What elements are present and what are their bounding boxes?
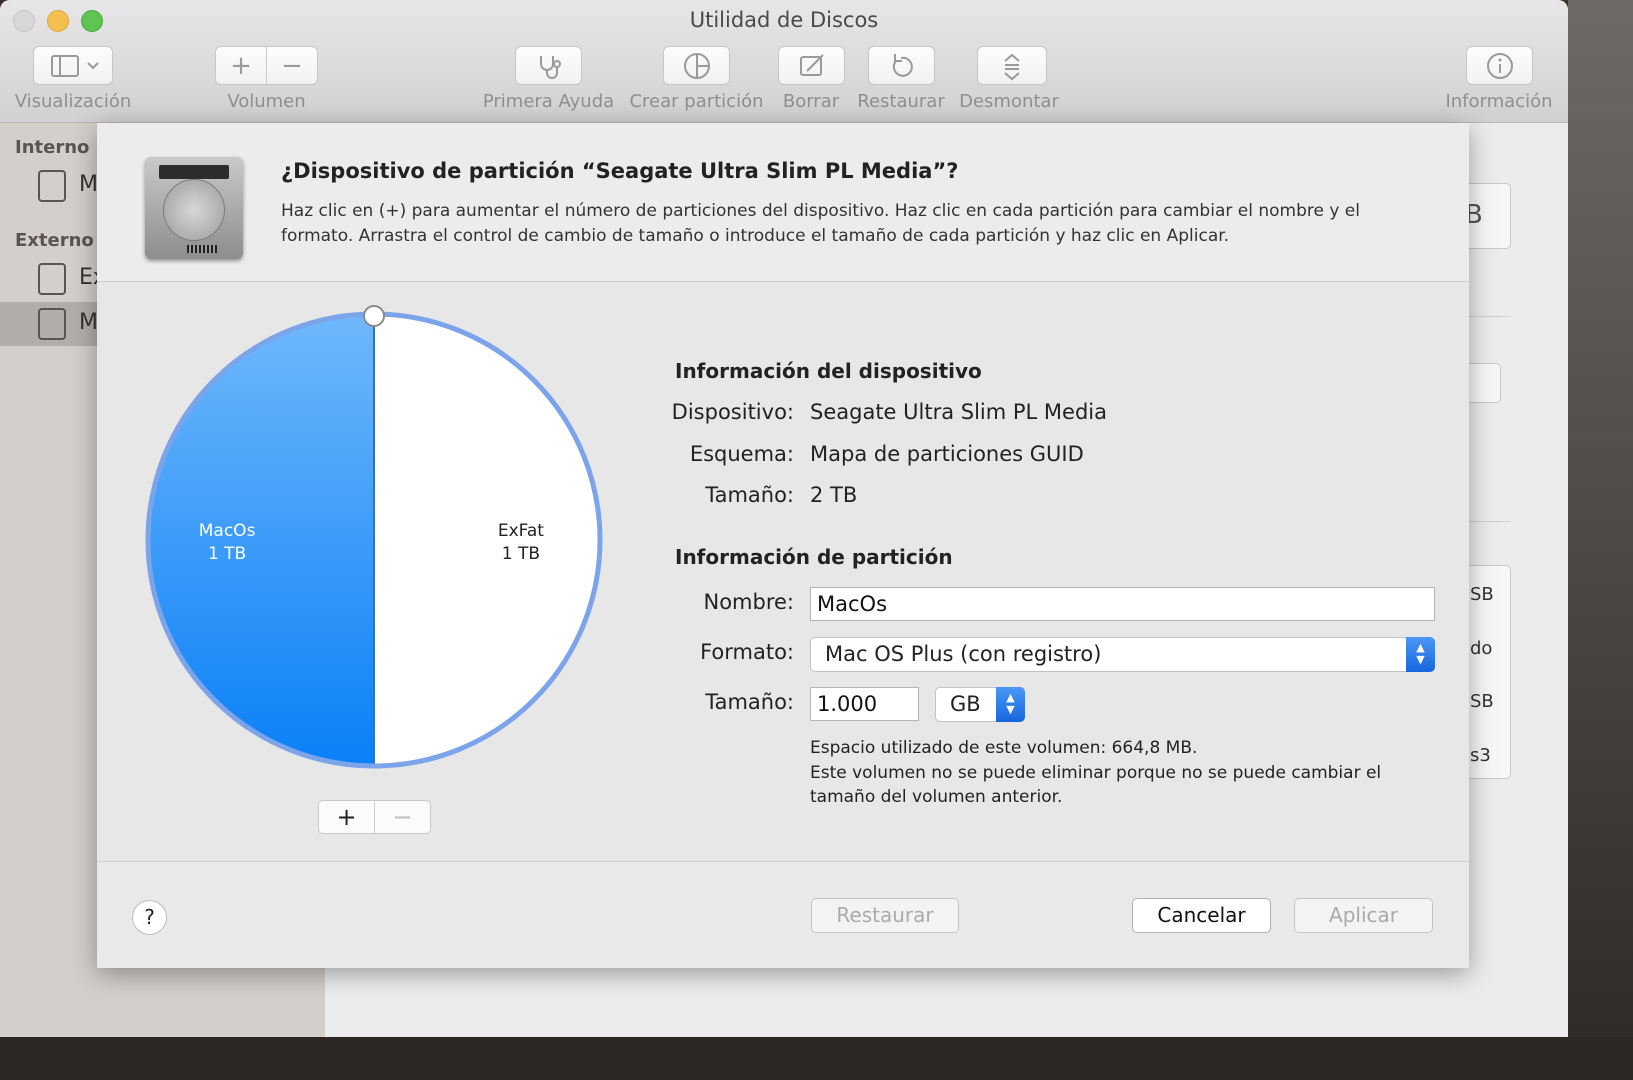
updown-arrows-icon: ▲ ▼ <box>1406 637 1435 672</box>
details-fragment: s3 <box>1470 745 1491 766</box>
restore-button[interactable] <box>868 46 935 85</box>
pie-slice-macos[interactable] <box>148 314 374 766</box>
format-select[interactable]: Mac OS Plus (con registro) ▲ ▼ <box>810 637 1435 672</box>
toolbar: Utilidad de Discos Visualización + − Vol… <box>0 0 1568 123</box>
size-unit-value: GB <box>950 692 981 716</box>
view-label: Visualización <box>14 91 132 112</box>
sheet-header: ¿Dispositivo de partición “Seagate Ultra… <box>97 123 1469 282</box>
partition-icon <box>683 52 710 79</box>
remove-volume-button[interactable]: − <box>267 47 317 84</box>
eject-icon <box>1004 53 1020 80</box>
pie-label-size: 1 TB <box>502 544 540 564</box>
restore-icon <box>892 53 913 77</box>
sidebar-item-label: M <box>79 172 98 197</box>
used-space-text: Espacio utilizado de este volumen: 664,8… <box>810 738 1198 758</box>
apply-button[interactable]: Aplicar <box>1294 898 1433 933</box>
volume-segmented-control: + − <box>215 46 318 85</box>
sidebar-item-label: M <box>79 310 98 335</box>
format-label: Formato: <box>700 640 794 664</box>
desktop-background-bottom <box>0 1037 1633 1080</box>
name-label: Nombre: <box>703 590 794 614</box>
desktop-background <box>1568 0 1633 1080</box>
info-button[interactable] <box>1466 46 1533 85</box>
device-size-value: 2 TB <box>810 483 858 507</box>
sidebar-header-internal: Interno <box>15 137 90 158</box>
partition-add-remove-control: + − <box>318 800 431 834</box>
pie-label-name: MacOs <box>199 521 256 541</box>
partition-button[interactable] <box>663 46 730 85</box>
restore-label: Restaurar <box>857 91 945 112</box>
window-title: Utilidad de Discos <box>689 8 879 32</box>
pie-label-name: ExFat <box>498 521 544 541</box>
resize-handle[interactable] <box>363 305 385 327</box>
updown-arrows-icon: ▲ ▼ <box>996 687 1025 722</box>
stethoscope-icon <box>539 55 561 79</box>
sidebar-header-external: Externo <box>15 230 94 251</box>
unmount-label: Desmontar <box>959 91 1059 112</box>
external-disk-icon <box>38 263 66 295</box>
first-aid-label: Primera Ayuda <box>482 91 615 112</box>
restore-partition-button[interactable]: Restaurar <box>811 898 959 933</box>
hard-drive-icon <box>145 157 243 259</box>
view-button[interactable] <box>33 46 113 85</box>
partition-pie-chart[interactable]: ExFat 1 TB MacOs 1 TB <box>145 305 605 775</box>
cannot-delete-text: Este volumen no se puede eliminar porque… <box>810 762 1382 808</box>
details-fragment: do <box>1470 638 1493 659</box>
scheme-label: Esquema: <box>689 442 794 466</box>
details-fragment: SB <box>1470 584 1494 605</box>
erase-icon <box>799 53 824 76</box>
size-unit-select[interactable]: GB ▲ ▼ <box>935 687 1025 722</box>
cancel-button[interactable]: Cancelar <box>1132 898 1271 933</box>
info-icon <box>1486 52 1513 79</box>
partition-name-input[interactable] <box>810 587 1435 621</box>
remove-partition-button[interactable]: − <box>375 801 430 833</box>
sheet-title: ¿Dispositivo de partición “Seagate Ultra… <box>281 159 959 183</box>
info-label: Información <box>1445 91 1553 112</box>
device-label: Dispositivo: <box>671 400 794 424</box>
internal-disk-icon <box>38 170 66 202</box>
format-select-value: Mac OS Plus (con registro) <box>825 642 1102 666</box>
pie-slice-exfat[interactable] <box>374 314 600 766</box>
volume-label: Volumen <box>227 91 306 112</box>
help-button[interactable]: ? <box>132 900 167 935</box>
partition-size-input[interactable] <box>810 687 919 721</box>
first-aid-button[interactable] <box>515 46 582 85</box>
device-size-label: Tamaño: <box>705 483 794 507</box>
pie-label-size: 1 TB <box>208 544 246 564</box>
partition-size-label: Tamaño: <box>705 690 794 714</box>
partition-info-header: Información de partición <box>675 545 953 569</box>
external-disk-icon <box>38 308 66 340</box>
erase-label: Borrar <box>782 91 840 112</box>
erase-button[interactable] <box>778 46 845 85</box>
device-info-header: Información del dispositivo <box>675 359 982 383</box>
unmount-button[interactable] <box>977 46 1047 85</box>
sheet-footer: ? Restaurar Cancelar Aplicar <box>97 861 1469 968</box>
add-partition-button[interactable]: + <box>319 801 374 833</box>
partition-note: Espacio utilizado de este volumen: 664,8… <box>810 736 1430 810</box>
scheme-value: Mapa de particiones GUID <box>810 442 1084 466</box>
sidebar-view-icon <box>51 54 99 77</box>
details-fragment: SB <box>1470 691 1494 712</box>
disk-utility-window: Utilidad de Discos Visualización + − Vol… <box>0 0 1568 1037</box>
add-volume-button[interactable]: + <box>216 47 266 84</box>
device-value: Seagate Ultra Slim PL Media <box>810 400 1108 424</box>
partition-label: Crear partición <box>629 91 764 112</box>
sheet-description: Haz clic en (+) para aumentar el número … <box>281 201 1360 246</box>
